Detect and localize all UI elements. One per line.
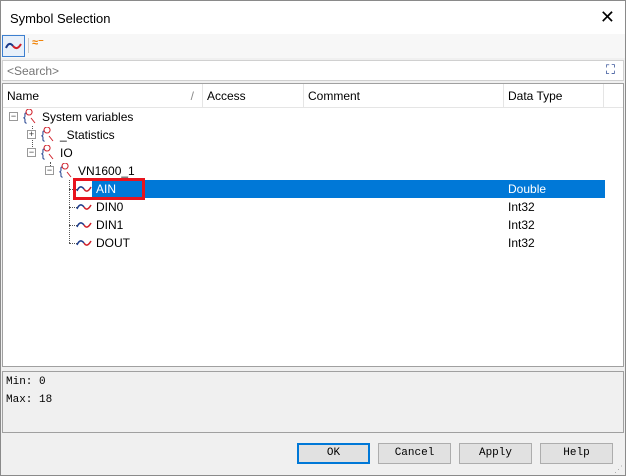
symbol-tree: Name / Access Comment Data Type − { Syste… [2,83,624,367]
min-value: Min: 0 [6,376,46,388]
tree-item-ain[interactable]: AIN Double [3,178,623,200]
max-value: Max: 18 [6,394,53,406]
tree-item-label: DOUT [96,236,130,250]
data-type-cell: Int32 [508,200,535,214]
double-chevron-up-icon: ≈⁻ [32,37,44,49]
tree-item-statistics[interactable]: + { _Statistics [3,126,623,144]
namespace-icon: { [59,163,72,178]
namespace-icon: { [23,109,36,124]
column-access[interactable]: Access [203,84,304,108]
dialog-title: Symbol Selection [10,11,111,26]
resize-grip-icon[interactable]: ⋰ [614,464,623,475]
signal-wave-icon [5,42,22,50]
collapse-icon[interactable]: − [45,166,54,175]
tree-item-label: DIN1 [96,218,124,232]
cancel-button[interactable]: Cancel [378,443,451,464]
close-icon[interactable]: ✕ [600,7,615,28]
binoculars-icon[interactable]: ⛶ [606,62,615,78]
tree-item-label: DIN0 [96,200,124,214]
apply-button[interactable]: Apply [459,443,532,464]
tree-item-dout[interactable]: DOUT Int32 [3,234,623,252]
tree-item-label: System variables [42,110,134,124]
data-type-cell: Int32 [508,218,535,232]
symbol-selection-dialog: Symbol Selection ✕ ≈⁻ ⛶ Name / Access Com… [0,0,626,476]
collapse-icon[interactable]: − [27,148,36,157]
collapse-icon[interactable]: − [9,112,18,121]
toolbar-separator [28,38,29,53]
ok-button[interactable]: OK [297,443,370,464]
data-type-cell: Int32 [508,236,535,250]
title-bar: Symbol Selection ✕ [1,1,625,34]
info-panel: Min: 0 Max: 18 [2,371,624,433]
red-annotation-box [73,178,145,200]
tree-item-label: IO [60,146,73,160]
help-button[interactable]: Help [540,443,613,464]
namespace-icon: { [41,127,54,142]
signal-variable-icon [76,204,92,210]
expand-icon[interactable]: + [27,130,36,139]
sort-icon: / [190,89,194,103]
show-variables-button[interactable] [2,35,25,57]
tree-item-din0[interactable]: DIN0 Int32 [3,198,623,216]
column-name-label: Name [7,89,40,103]
signal-variable-icon [76,240,92,246]
column-header: Name / Access Comment Data Type [3,84,623,108]
collapse-all-button[interactable]: ≈⁻ [32,36,52,54]
tree-item-system-variables[interactable]: − { System variables [3,108,623,126]
tree-item-label: _Statistics [60,128,115,142]
data-type-cell: Double [508,182,547,196]
toolbar: ≈⁻ [1,34,625,58]
namespace-icon: { [41,145,54,160]
tree-item-din1[interactable]: DIN1 Int32 [3,216,623,234]
signal-variable-icon [76,222,92,228]
column-comment[interactable]: Comment [304,84,504,108]
search-box: ⛶ [2,60,624,81]
tree-item-label: VN1600_1 [78,164,135,178]
search-input[interactable] [3,61,563,80]
column-name[interactable]: Name / [3,84,203,108]
tree-item-io[interactable]: − { IO [3,144,623,162]
column-data-type[interactable]: Data Type [504,84,604,108]
